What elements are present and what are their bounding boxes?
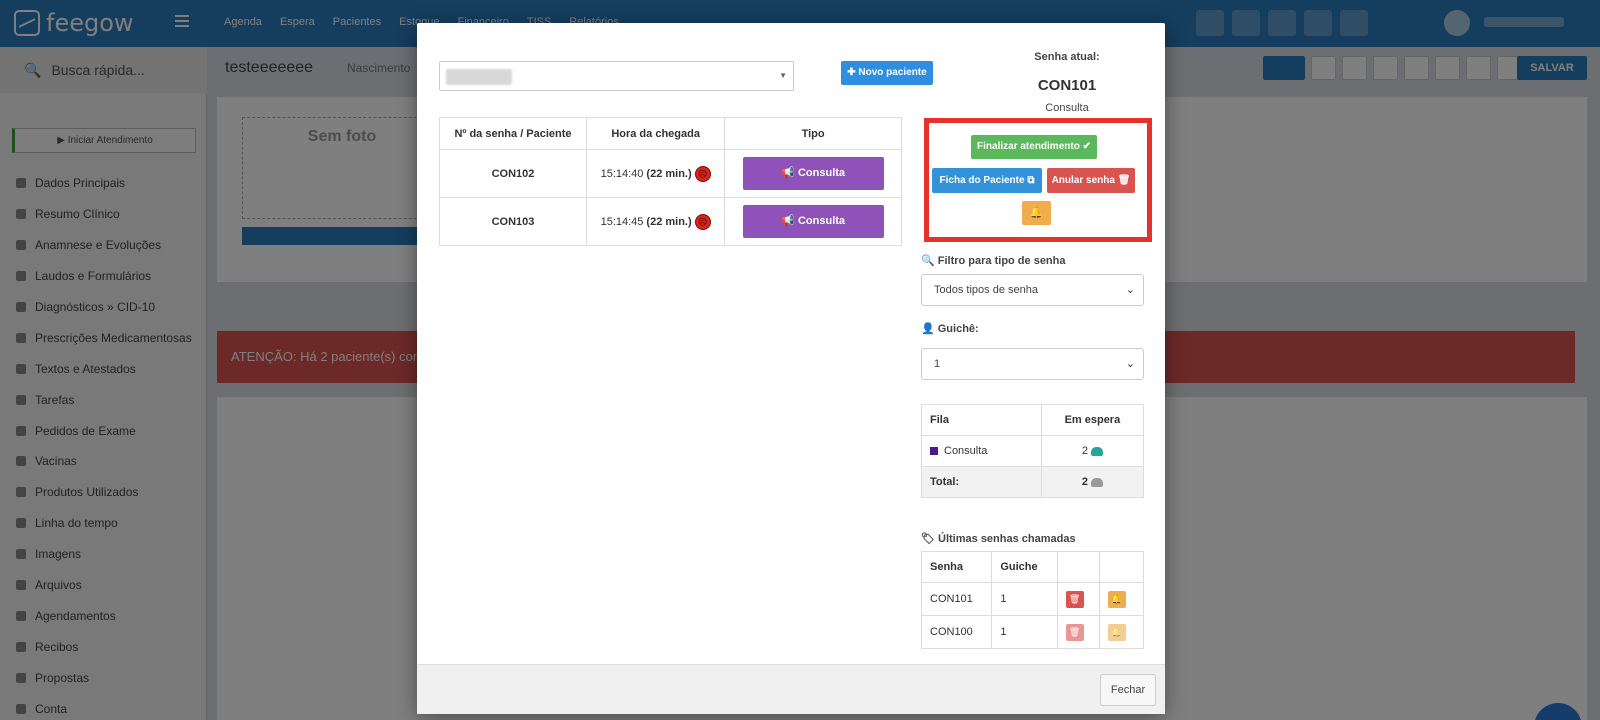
- bell-icon[interactable]: 🔔: [1107, 590, 1126, 608]
- table-row: CON101 1 🗑 🔔: [920, 582, 1145, 616]
- delete-cell: 🗑: [1056, 582, 1100, 616]
- finish-care-button[interactable]: Finalizar atendimento ✔: [971, 135, 1097, 159]
- counter-label: 👤 Guichê:: [921, 323, 979, 335]
- cancel-ticket-button[interactable]: Anular senha 🗑: [1047, 168, 1135, 193]
- column-header: Senha: [920, 551, 993, 583]
- total-count-cell: 2: [1040, 466, 1145, 498]
- total-row: Total: 2: [921, 466, 1145, 498]
- people-icon: [1090, 477, 1103, 487]
- queue-color-swatch: [930, 447, 938, 456]
- arrival-cell: 15:14:40 (22 min.) ☹: [586, 149, 726, 198]
- ticket-type-filter-select[interactable]: Todos tipos de senha ⌄: [921, 274, 1144, 306]
- queue-count: 2: [1081, 445, 1088, 457]
- ticket-code: CON103: [438, 197, 588, 246]
- blurred-patient-name: [446, 69, 512, 85]
- column-header: Hora da chegada: [586, 117, 726, 150]
- wait-duration: (22 min.): [646, 215, 692, 228]
- column-header: Em espera: [1040, 404, 1145, 436]
- table-row: CON103 15:14:45 (22 min.) ☹ 📢 Consulta: [438, 197, 902, 246]
- column-header: [1098, 551, 1145, 583]
- column-header: Nº da senha / Paciente: [438, 117, 588, 150]
- current-ticket-label: Senha atual:: [1034, 51, 1100, 63]
- type-cell: 📢 Consulta: [724, 197, 902, 246]
- bell-icon[interactable]: 🔔: [1107, 623, 1126, 641]
- last-called-label: 🏷 Últimas senhas chamadas: [921, 533, 1076, 545]
- type-cell: 📢 Consulta: [724, 149, 902, 198]
- table-row: CON100 1 🗑 🔔: [920, 615, 1145, 649]
- counter-select[interactable]: 1 ⌄: [921, 348, 1144, 380]
- recall-bell-button[interactable]: 🔔: [1022, 201, 1051, 225]
- counter-number: 1: [991, 615, 1058, 649]
- counter-number: 1: [991, 582, 1058, 616]
- column-header: Fila: [921, 404, 1042, 436]
- trash-icon[interactable]: 🗑: [1065, 623, 1084, 641]
- close-button[interactable]: Fechar: [1100, 674, 1156, 706]
- recall-cell: 🔔: [1098, 582, 1145, 616]
- wait-duration: (22 min.): [646, 167, 692, 180]
- table-row: Consulta 2: [921, 435, 1145, 467]
- angry-face-icon: ☹: [694, 213, 711, 230]
- ticket-code: CON101: [920, 582, 993, 616]
- ticket-queue-modal: ▼ ✚ Novo paciente Nº da senha / Paciente…: [417, 23, 1165, 714]
- ticket-code: CON102: [438, 149, 588, 198]
- queue-summary-table: Fila Em espera Consulta 2 Total: 2: [921, 404, 1145, 498]
- current-ticket-type: Consulta: [1045, 102, 1089, 114]
- modal-footer: Fechar: [417, 664, 1165, 714]
- counter-value: 1: [934, 358, 941, 370]
- chevron-down-icon: ⌄: [1125, 284, 1135, 296]
- call-ticket-button[interactable]: 📢 Consulta: [742, 157, 884, 190]
- current-ticket-code: CON101: [1037, 77, 1097, 94]
- people-icon: [1090, 446, 1103, 456]
- total-label: Total:: [921, 466, 1042, 498]
- queue-name-cell: Consulta: [921, 435, 1042, 467]
- ticket-code: CON100: [920, 615, 993, 649]
- filter-value: Todos tipos de senha: [934, 284, 1038, 296]
- table-row: CON102 15:14:40 (22 min.) ☹ 📢 Consulta: [438, 149, 902, 198]
- new-patient-button[interactable]: ✚ Novo paciente: [841, 61, 933, 85]
- column-header: Guiche: [991, 551, 1058, 583]
- column-header: Tipo: [724, 117, 902, 150]
- queue-name: Consulta: [944, 445, 988, 457]
- arrival-time: 15:14:40: [600, 167, 644, 180]
- call-ticket-button[interactable]: 📢 Consulta: [742, 205, 884, 238]
- ticket-actions-highlight: Finalizar atendimento ✔ Ficha do Pacient…: [924, 118, 1152, 242]
- total-count: 2: [1081, 476, 1088, 488]
- angry-face-icon: ☹: [694, 165, 711, 182]
- column-header: [1056, 551, 1100, 583]
- queue-count-cell: 2: [1040, 435, 1145, 467]
- chevron-down-icon: ⌄: [1125, 358, 1135, 370]
- patient-select[interactable]: ▼: [439, 61, 794, 91]
- recall-cell: 🔔: [1098, 615, 1145, 649]
- trash-icon[interactable]: 🗑: [1065, 590, 1084, 608]
- ticket-type-filter-label: 🔍 Filtro para tipo de senha: [921, 255, 1066, 267]
- delete-cell: 🗑: [1056, 615, 1100, 649]
- patient-record-button[interactable]: Ficha do Paciente ⧉: [932, 168, 1042, 193]
- waiting-queue-table: Nº da senha / Paciente Hora da chegada T…: [438, 117, 902, 246]
- arrival-time: 15:14:45: [600, 215, 644, 228]
- last-called-table: Senha Guiche CON101 1 🗑 🔔 CON100 1 🗑 🔔: [920, 551, 1145, 649]
- caret-down-icon: ▼: [779, 71, 787, 80]
- arrival-cell: 15:14:45 (22 min.) ☹: [586, 197, 726, 246]
